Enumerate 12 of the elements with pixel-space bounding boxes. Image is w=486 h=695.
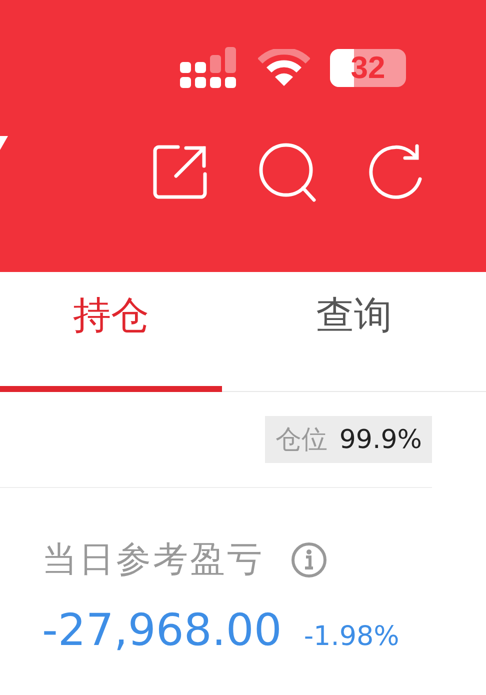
share-icon[interactable] (152, 144, 208, 200)
tab[interactable]: 查询 (222, 272, 486, 392)
wifi-icon (258, 49, 310, 87)
tab[interactable]: 持仓 (0, 272, 222, 392)
profit-change: -1.98% (304, 621, 400, 652)
search-icon[interactable] (258, 142, 318, 202)
profit-value: -27,968.00 (42, 605, 282, 656)
info-icon[interactable] (290, 540, 328, 578)
position-value: 99.9% (339, 424, 422, 454)
profit-label: 当日参考盈亏 (42, 539, 264, 582)
signal-icon (180, 47, 238, 89)
position-label: 仓位 (275, 424, 328, 457)
